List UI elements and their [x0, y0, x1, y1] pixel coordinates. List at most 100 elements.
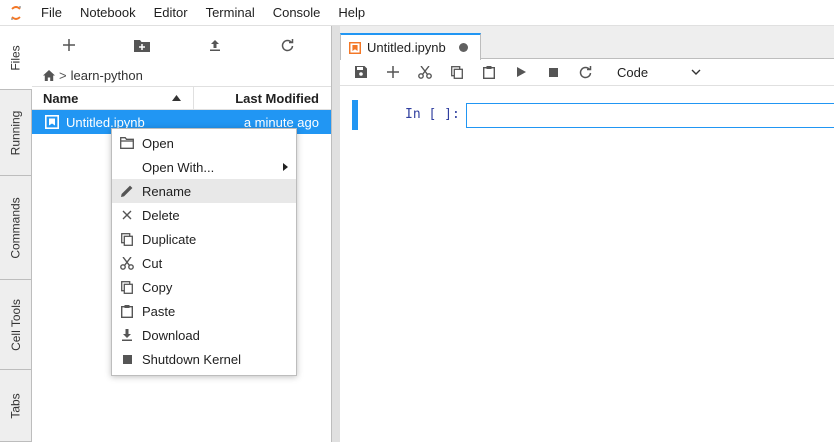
home-icon[interactable] [43, 69, 55, 81]
new-folder-icon [133, 39, 150, 52]
cut-cell-button[interactable] [409, 60, 441, 84]
upload-icon [209, 40, 220, 51]
menu-bar: File Notebook Editor Terminal Console He… [0, 0, 834, 26]
menu-item-open[interactable]: Open [112, 131, 296, 155]
copy-icon [119, 279, 135, 295]
upload-button[interactable] [178, 30, 251, 60]
chevron-down-icon [691, 69, 701, 75]
sidetab-commands-label: Commands [8, 196, 23, 259]
paste-cell-button[interactable] [473, 60, 505, 84]
save-icon [355, 66, 367, 78]
new-launcher-button[interactable] [32, 30, 105, 60]
download-icon [119, 327, 135, 343]
menu-item-label: Copy [142, 279, 173, 295]
menu-editor[interactable]: Editor [145, 0, 197, 26]
clipboard-icon [119, 303, 135, 319]
new-folder-button[interactable] [105, 30, 178, 60]
copy-icon [119, 231, 135, 247]
sidetab-running-label: Running [8, 110, 23, 155]
menu-terminal[interactable]: Terminal [197, 0, 264, 26]
play-icon [516, 67, 526, 77]
folder-icon [119, 135, 135, 151]
copy-icon [451, 65, 463, 79]
stop-icon [548, 67, 558, 77]
menu-item-label: Open With... [142, 159, 215, 175]
menu-item-label: Delete [142, 207, 180, 223]
refresh-icon [281, 38, 294, 51]
sidetab-files-label: Files [9, 44, 23, 71]
breadcrumb-separator: > [59, 67, 67, 83]
code-cell-input[interactable] [466, 103, 834, 128]
menu-item-rename[interactable]: Rename [112, 179, 296, 203]
menu-item-label: Shutdown Kernel [142, 351, 242, 367]
column-header-modified-label: Last Modified [235, 90, 319, 106]
sidetab-cell-tools[interactable]: Cell Tools [0, 280, 31, 370]
breadcrumb-folder[interactable]: learn-python [71, 68, 143, 83]
sort-ascending-icon [172, 95, 181, 101]
menu-item-copy[interactable]: Copy [112, 275, 296, 299]
menu-file[interactable]: File [32, 0, 71, 26]
copy-cell-button[interactable] [441, 60, 473, 84]
menu-item-open-with[interactable]: Open With... [112, 155, 296, 179]
cell-input-prompt: In [ ]: [405, 107, 460, 122]
side-tab-bar: Files Running Commands Cell Tools Tabs [0, 26, 32, 442]
pencil-icon [119, 183, 135, 199]
refresh-icon [579, 65, 591, 78]
close-icon [119, 207, 135, 223]
sidetab-tabs-label: Tabs [8, 392, 23, 419]
scissors-icon [418, 65, 432, 79]
cell-collapser[interactable] [352, 100, 358, 130]
menu-help[interactable]: Help [329, 0, 374, 26]
column-header-name-label: Name [43, 90, 79, 106]
unsaved-indicator-icon[interactable] [459, 43, 468, 52]
save-button[interactable] [345, 60, 377, 84]
menu-item-label: Cut [142, 255, 163, 271]
sidetab-running[interactable]: Running [0, 90, 31, 176]
notebook-icon [45, 115, 59, 129]
stop-icon [119, 351, 135, 367]
cell-type-value: Code [617, 64, 649, 80]
menu-item-label: Duplicate [142, 231, 197, 247]
plus-icon [387, 66, 399, 78]
jupyter-logo-icon [0, 0, 32, 26]
menu-item-shutdown-kernel[interactable]: Shutdown Kernel [112, 347, 296, 371]
menu-item-download[interactable]: Download [112, 323, 296, 347]
cell-type-select[interactable]: Code [611, 65, 705, 80]
document-tab-bar: Untitled.ipynb [340, 26, 834, 60]
notebook-icon [349, 41, 361, 54]
menu-item-delete[interactable]: Delete [112, 203, 296, 227]
menu-item-duplicate[interactable]: Duplicate [112, 227, 296, 251]
interrupt-kernel-button[interactable] [537, 60, 569, 84]
panel-divider[interactable] [332, 26, 340, 442]
menu-item-paste[interactable]: Paste [112, 299, 296, 323]
menu-item-label: Rename [142, 183, 192, 199]
menu-item-label: Download [142, 327, 200, 343]
sidetab-tabs[interactable]: Tabs [0, 370, 31, 442]
scissors-icon [119, 255, 135, 271]
menu-notebook[interactable]: Notebook [71, 0, 145, 26]
clipboard-icon [483, 65, 495, 79]
menu-item-cut[interactable]: Cut [112, 251, 296, 275]
breadcrumb: > learn-python [32, 64, 331, 86]
file-context-menu: Open Open With... Rename Delete Duplicat… [111, 128, 297, 376]
file-browser-toolbar [32, 26, 331, 64]
plus-icon [62, 39, 75, 51]
tab-untitled-notebook[interactable]: Untitled.ipynb [340, 33, 481, 60]
tab-label: Untitled.ipynb [367, 40, 446, 55]
main-area [332, 26, 834, 442]
sidetab-files[interactable]: Files [0, 26, 32, 90]
sidetab-cell-tools-label: Cell Tools [8, 298, 23, 351]
menu-console[interactable]: Console [264, 0, 330, 26]
refresh-button[interactable] [251, 30, 324, 60]
insert-cell-button[interactable] [377, 60, 409, 84]
listing-header: Name Last Modified [32, 86, 331, 110]
column-header-modified[interactable]: Last Modified [194, 87, 331, 109]
restart-kernel-button[interactable] [569, 60, 601, 84]
notebook-toolbar: Code [340, 59, 834, 86]
run-cell-button[interactable] [505, 60, 537, 84]
column-header-name[interactable]: Name [32, 87, 194, 109]
menu-item-label: Paste [142, 303, 176, 319]
menu-item-label: Open [142, 135, 174, 151]
sidetab-commands[interactable]: Commands [0, 176, 31, 280]
submenu-arrow-icon [283, 163, 288, 171]
